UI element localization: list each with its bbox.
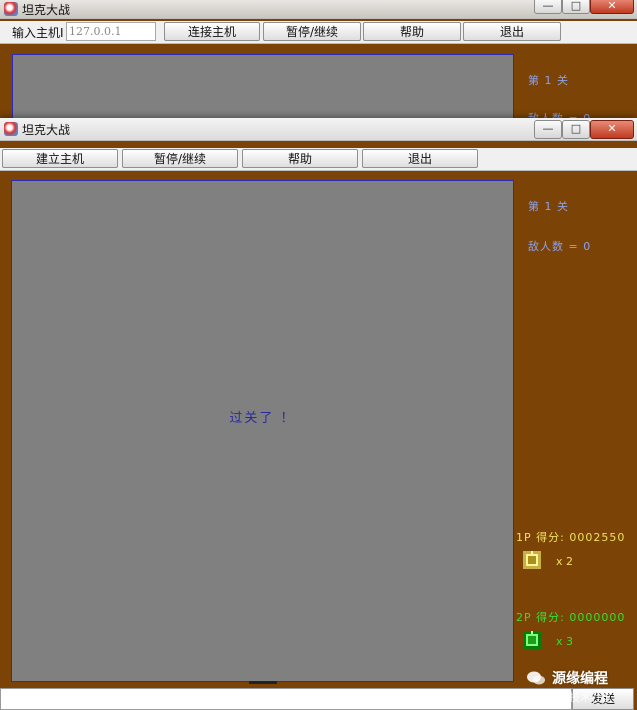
chat-input[interactable] — [0, 688, 572, 710]
front-window: 坦克大战 — □ ✕ 建立主机 暂停/继续 帮助 退出 过关了 ！ 第 1 关 … — [0, 118, 637, 710]
yellow-tank-icon — [523, 551, 541, 569]
back-toolbar: 输入主机I 127.0.0.1 连接主机 暂停/继续 帮助 退出 — [0, 21, 637, 44]
front-window-title: 坦克大战 — [22, 123, 71, 137]
wechat-icon — [527, 671, 545, 685]
minimize-button[interactable]: — — [534, 120, 562, 139]
back-maximize-button[interactable]: □ — [562, 0, 590, 14]
p2-score: 2P 得分: 0000000 — [516, 611, 626, 624]
exit-button[interactable]: 退出 — [362, 149, 478, 168]
pause-resume-button[interactable]: 暂停/继续 — [122, 149, 238, 168]
back-titlebar[interactable]: 坦克大战 — □ ✕ — [0, 0, 637, 19]
p2-lives: x 3 — [556, 635, 574, 648]
tank-body — [526, 554, 538, 566]
green-tank-icon — [523, 631, 541, 649]
tank-body — [526, 634, 538, 646]
watermark-title: 源缘编程 — [552, 671, 608, 687]
watermark-subtitle: @稀土掘金技术社区 — [514, 691, 613, 704]
create-host-button[interactable]: 建立主机 — [2, 149, 118, 168]
back-minimize-button[interactable]: — — [534, 0, 562, 14]
back-window: 坦克大战 — □ ✕ 输入主机I 127.0.0.1 连接主机 暂停/继续 帮助… — [0, 0, 637, 130]
connect-host-button[interactable]: 连接主机 — [164, 22, 260, 41]
p1-score: 1P 得分: 0002550 — [516, 531, 626, 544]
p1-lives: x 2 — [556, 555, 574, 568]
level-complete-message: 过关了 ！ — [229, 411, 296, 426]
host-ip-input[interactable]: 127.0.0.1 — [66, 22, 156, 41]
close-button[interactable]: ✕ — [590, 120, 634, 139]
back-window-title: 坦克大战 — [22, 3, 71, 17]
back-help-button[interactable]: 帮助 — [363, 22, 461, 41]
back-level-text: 第 1 关 — [528, 74, 569, 87]
front-toolbar: 建立主机 暂停/继续 帮助 退出 — [0, 148, 637, 171]
back-exit-button[interactable]: 退出 — [463, 22, 561, 41]
java-cup-icon — [4, 2, 18, 16]
splitter-handle[interactable] — [249, 681, 277, 684]
java-cup-icon — [4, 122, 18, 136]
host-ip-label: 输入主机I — [12, 26, 64, 40]
game-field[interactable]: 过关了 ！ — [11, 180, 514, 682]
back-close-button[interactable]: ✕ — [590, 0, 634, 14]
front-titlebar[interactable]: 坦克大战 — □ ✕ — [0, 118, 637, 141]
back-pause-resume-button[interactable]: 暂停/继续 — [263, 22, 361, 41]
level-text: 第 1 关 — [528, 200, 569, 213]
help-button[interactable]: 帮助 — [242, 149, 358, 168]
enemy-count: 敌人数 = 0 — [528, 240, 592, 253]
maximize-button[interactable]: □ — [562, 120, 590, 139]
